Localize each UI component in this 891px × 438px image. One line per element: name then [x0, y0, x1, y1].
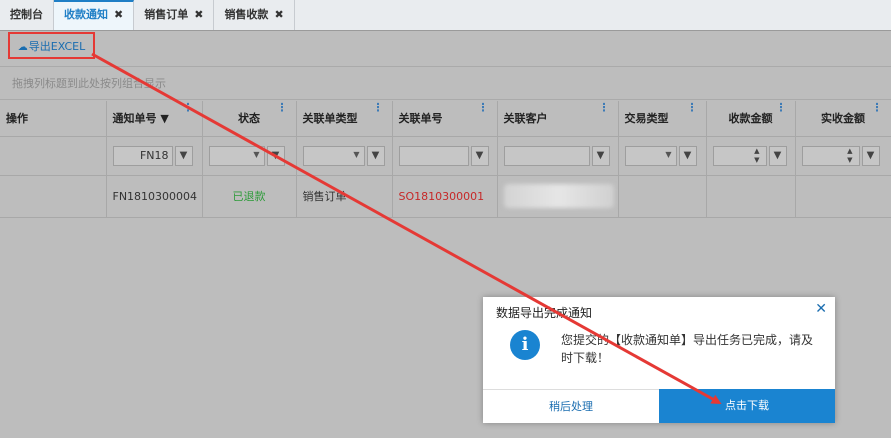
close-icon[interactable]: ✖ [114, 8, 123, 21]
tab-sales-order[interactable]: 销售订单 ✖ [134, 0, 215, 30]
export-complete-dialog: 数据导出完成通知 ✕ i 您提交的【收款通知单】导出任务已完成，请及时下载！ 稍… [483, 297, 835, 423]
cell-customer [497, 175, 619, 218]
filter-icon[interactable]: ▼ [470, 145, 489, 166]
info-icon: i [510, 330, 540, 360]
cell-notice-no: FN1810300004 [106, 175, 203, 218]
filter-icon[interactable]: ▼ [861, 145, 880, 166]
filter-cell-notice-no: FN18 ▼ [106, 136, 203, 176]
col-header-received[interactable]: 实收金额 ⋮ [795, 101, 891, 137]
tab-dashboard[interactable]: 控制台 [0, 0, 54, 30]
filter-input-notice-no[interactable]: FN18 [112, 145, 173, 166]
filter-icon[interactable]: ▼ [768, 145, 787, 166]
col-header-link-no[interactable]: 关联单号 ⋮ [392, 101, 498, 137]
column-menu-icon[interactable]: ⋮ [183, 101, 194, 114]
filter-icon[interactable]: ▼ [366, 145, 385, 166]
data-grid: 操作 通知单号 ▼ ⋮ 状态 ⋮ 关联单类型 ⋮ 关联单号 ⋮ 关联客户 ⋮ 交易类型 ⋮ … [0, 101, 891, 218]
filter-select-status[interactable]: ▼ [208, 145, 265, 166]
caret-down-icon: ▼ [353, 149, 360, 159]
export-excel-button[interactable]: ☁导出EXCEL [9, 35, 94, 59]
column-menu-icon[interactable]: ⋮ [373, 101, 384, 114]
cell-link-no: SO1810300001 [392, 175, 498, 218]
spinner-icon[interactable]: ▲ ▼ [847, 147, 852, 165]
column-menu-icon[interactable]: ⋮ [599, 101, 610, 114]
col-header-link-type[interactable]: 关联单类型 ⋮ [296, 101, 393, 137]
filter-select-trade-type[interactable]: ▼ [624, 145, 677, 166]
filter-cell-link-type: ▼ ▼ [296, 136, 393, 176]
filter-cell-customer: ▼ [497, 136, 619, 176]
later-button[interactable]: 稍后处理 [483, 389, 659, 423]
caret-down-icon: ▼ [665, 149, 672, 159]
filter-cell-link-no: ▼ [392, 136, 498, 176]
cell-received [795, 175, 891, 218]
filter-cell-status: ▼ ▼ [202, 136, 297, 176]
col-header-trade-type[interactable]: 交易类型 ⋮ [618, 101, 707, 137]
cell-amount [706, 175, 796, 218]
filter-input-link-no[interactable] [398, 145, 469, 166]
download-button[interactable]: 点击下载 [659, 389, 835, 423]
filter-icon[interactable]: ▼ [174, 145, 193, 166]
tab-payment-notice[interactable]: 收款通知 ✖ [54, 0, 135, 30]
table-row[interactable]: FN1810300004 已退款 销售订单 SO1810300001 [0, 175, 891, 218]
cloud-download-icon: ☁ [17, 42, 28, 53]
filter-cell-trade-type: ▼ ▼ [618, 136, 707, 176]
col-header-action[interactable]: 操作 [0, 101, 107, 137]
close-icon[interactable]: ✖ [194, 8, 203, 21]
filter-icon[interactable]: ▼ [591, 145, 610, 166]
column-menu-icon[interactable]: ⋮ [687, 101, 698, 114]
col-header-status[interactable]: 状态 ⋮ [202, 101, 297, 137]
col-header-customer[interactable]: 关联客户 ⋮ [497, 101, 619, 137]
col-header-amount[interactable]: 收款金额 ⋮ [706, 101, 796, 137]
dialog-title: 数据导出完成通知 [496, 306, 593, 320]
filter-select-link-type[interactable]: ▼ [302, 145, 365, 166]
filter-cell-received: ▲ ▼ ▼ [795, 136, 891, 176]
filter-icon[interactable]: ▼ [266, 145, 285, 166]
filter-number-received[interactable]: ▲ ▼ [801, 145, 860, 166]
cell-action [0, 175, 107, 218]
filter-icon[interactable]: ▼ [678, 145, 697, 166]
filter-cell-amount: ▲ ▼ ▼ [706, 136, 796, 176]
column-menu-icon[interactable]: ⋮ [872, 101, 883, 114]
column-menu-icon[interactable]: ⋮ [277, 101, 288, 114]
filter-number-amount[interactable]: ▲ ▼ [712, 145, 767, 166]
tab-sales-receipt[interactable]: 销售收款 ✖ [214, 0, 295, 30]
col-header-notice-no[interactable]: 通知单号 ▼ ⋮ [106, 101, 203, 137]
cell-trade-type [618, 175, 707, 218]
close-icon[interactable]: ✕ [815, 301, 827, 317]
cell-status: 已退款 [202, 175, 297, 218]
header-row: 操作 通知单号 ▼ ⋮ 状态 ⋮ 关联单类型 ⋮ 关联单号 ⋮ 关联客户 ⋮ 交易类型 ⋮ … [0, 101, 891, 137]
spinner-icon[interactable]: ▲ ▼ [754, 147, 759, 165]
column-menu-icon[interactable]: ⋮ [776, 101, 787, 114]
filter-cell-empty [0, 136, 107, 176]
close-icon[interactable]: ✖ [274, 8, 283, 21]
group-drop-hint: 拖拽列标题到此处按列组合显示 [0, 66, 891, 100]
dialog-message: 您提交的【收款通知单】导出任务已完成，请及时下载！ [561, 333, 814, 365]
blurred-customer [503, 184, 614, 208]
tab-bar: 控制台 收款通知 ✖ 销售订单 ✖ 销售收款 ✖ [0, 0, 891, 31]
column-menu-icon[interactable]: ⋮ [478, 101, 489, 114]
filter-input-customer[interactable] [503, 145, 590, 166]
filter-row: FN18 ▼ ▼ ▼ ▼ ▼ ▼ ▼ ▼ ▼ ▲ ▼ ▼ ▲ ▼ ▼ [0, 136, 891, 176]
cell-link-type: 销售订单 [296, 175, 393, 218]
caret-down-icon: ▼ [253, 149, 260, 159]
